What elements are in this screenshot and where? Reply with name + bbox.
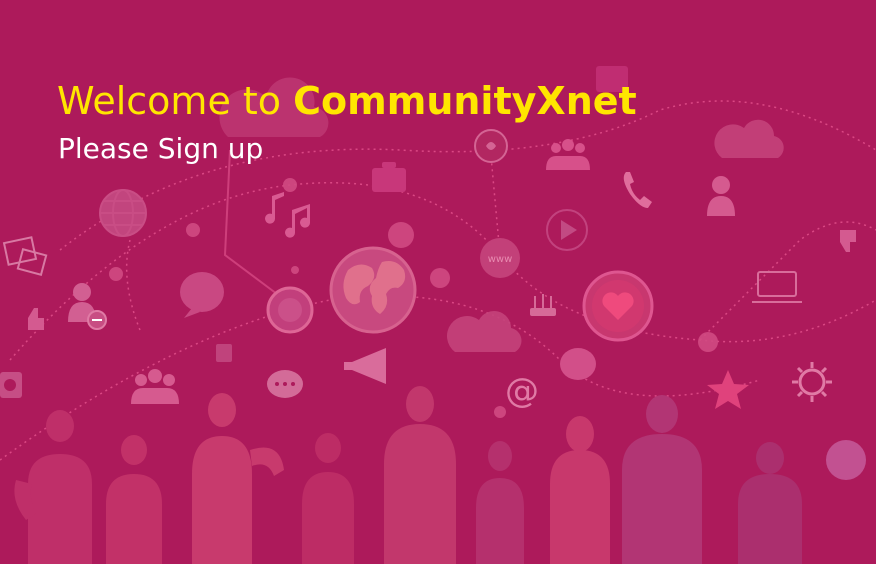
- laptop-icon: [752, 271, 802, 303]
- brand-name: CommunityXnet: [293, 79, 637, 123]
- thumbs-up-icon: [20, 308, 44, 330]
- router-icon: [530, 294, 556, 316]
- welcome-heading: Welcome to CommunityXnet: [57, 78, 637, 124]
- music-note-icon: [265, 192, 311, 238]
- chat-bubble-icon: [474, 129, 508, 163]
- target-ring: [266, 286, 314, 334]
- camera-icon: [0, 372, 22, 398]
- signup-hero: www @ Welcome to CommunityXnet Please Si…: [0, 0, 876, 564]
- people-crowd-illustration: [14, 386, 802, 564]
- phone-icon: [623, 172, 652, 208]
- briefcase-icon: [372, 162, 406, 192]
- at-sign-icon: @: [505, 371, 539, 411]
- play-icon: [546, 209, 588, 251]
- user-icon: [707, 176, 735, 216]
- gear-icon: [792, 362, 832, 402]
- cloud-icon: [447, 310, 522, 352]
- globe-icon: [99, 189, 147, 237]
- group-icon: [546, 139, 590, 170]
- chat-bubble-icon: [560, 348, 596, 380]
- svg-text:www: www: [488, 254, 513, 265]
- group-icon: [131, 369, 179, 404]
- thumbs-down-icon: [832, 230, 856, 252]
- megaphone-icon: [344, 348, 386, 384]
- globe-icon: [329, 246, 417, 334]
- heart-icon: [582, 270, 654, 342]
- chat-bubble-icon: [180, 272, 224, 318]
- photo-icon: [2, 236, 48, 276]
- cloud-icon: [714, 119, 784, 158]
- chat-bubble-icon: [267, 370, 303, 398]
- welcome-prefix: Welcome to: [57, 79, 294, 123]
- star-icon: [707, 370, 749, 409]
- svg-text:@: @: [505, 371, 539, 411]
- remove-user-icon: [68, 283, 107, 330]
- signup-subtitle: Please Sign up: [58, 132, 264, 165]
- www-icon: www: [480, 238, 520, 278]
